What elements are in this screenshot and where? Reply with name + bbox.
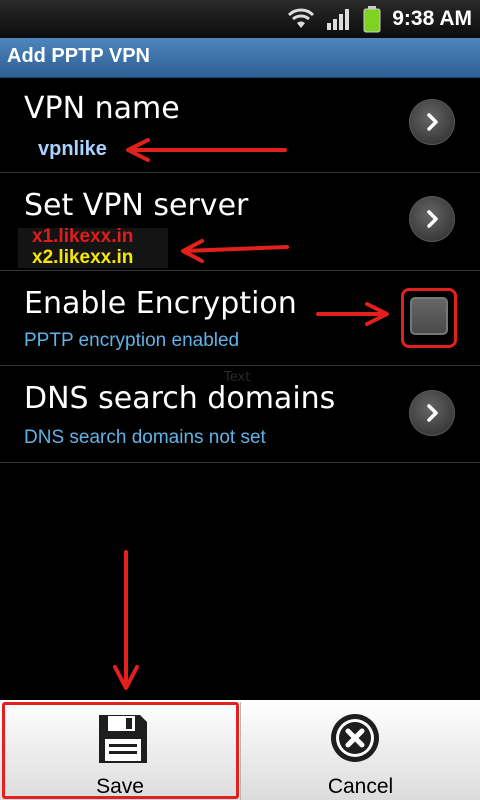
battery-icon (363, 6, 381, 33)
wifi-icon (288, 8, 315, 28)
encryption-summary: PPTP encryption enabled (24, 330, 240, 351)
vpn-name-value: vpnlike (38, 138, 107, 160)
dns-label: DNS search domains (24, 381, 336, 416)
bottom-button-bar: Save Cancel (0, 700, 480, 800)
vpn-name-chevron-icon[interactable] (409, 99, 455, 145)
vpn-server-label: Set VPN server (24, 188, 249, 223)
encryption-checkbox[interactable] (410, 297, 448, 335)
cancel-label: Cancel (327, 775, 394, 798)
cancel-icon (331, 714, 379, 762)
title-bar: Add PPTP VPN (0, 38, 480, 78)
vpn-server-value-2: x2.likexx.in (32, 247, 134, 268)
cancel-button[interactable]: Cancel (241, 700, 480, 800)
dns-chevron-icon[interactable] (409, 390, 455, 436)
vpn-server-chevron-icon[interactable] (409, 196, 455, 242)
dns-summary: DNS search domains not set (24, 427, 266, 448)
faint-overlay-text: Text (224, 370, 251, 385)
save-highlight (2, 702, 239, 799)
encryption-label: Enable Encryption (24, 286, 297, 321)
arrow-to-save (113, 550, 139, 690)
status-time: 9:38 AM (392, 7, 472, 30)
vpn-server-value-1: x1.likexx.in (32, 226, 134, 247)
status-bar: 9:38 AM (0, 0, 480, 38)
signal-icon (327, 9, 350, 30)
vpn-name-label: VPN name (24, 91, 180, 126)
page-title: Add PPTP VPN (7, 45, 150, 67)
